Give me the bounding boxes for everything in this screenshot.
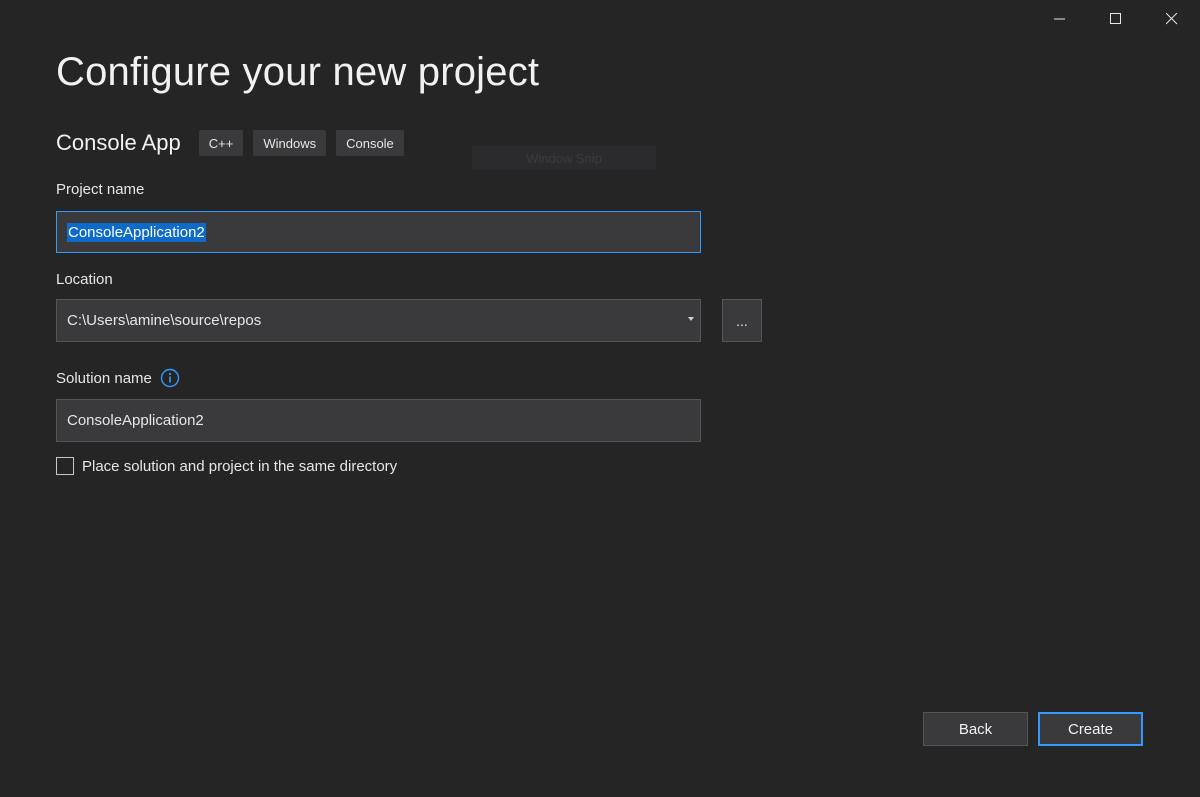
location-dropdown[interactable]: C:\Users\amine\source\repos xyxy=(56,299,701,342)
tag-platform: Windows xyxy=(253,130,327,156)
close-button[interactable] xyxy=(1144,0,1200,38)
maximize-icon xyxy=(1110,13,1121,24)
solution-name-label: Solution name xyxy=(56,369,152,387)
solution-name-value: ConsoleApplication2 xyxy=(67,412,204,429)
create-button[interactable]: Create xyxy=(1038,712,1143,746)
project-name-value: ConsoleApplication2 xyxy=(67,222,206,242)
browse-button[interactable]: ... xyxy=(722,299,762,342)
ghost-tooltip: Window Snip xyxy=(472,146,656,170)
same-directory-option[interactable]: Place solution and project in the same d… xyxy=(56,457,397,475)
minimize-icon xyxy=(1054,18,1065,20)
maximize-button[interactable] xyxy=(1088,0,1144,38)
location-label: Location xyxy=(56,271,113,288)
page-title: Configure your new project xyxy=(56,50,540,94)
location-value: C:\Users\amine\source\repos xyxy=(67,312,262,329)
tag-language: C++ xyxy=(198,130,244,156)
solution-name-label-row: Solution name xyxy=(56,368,180,388)
same-directory-label[interactable]: Place solution and project in the same d… xyxy=(82,458,397,475)
tag-project-type: Console xyxy=(336,130,404,156)
template-summary: Console App C++ Windows Console xyxy=(56,128,414,158)
project-name-input[interactable]: ConsoleApplication2 xyxy=(56,211,701,253)
configure-project-dialog: Configure your new project Console App C… xyxy=(0,0,1200,797)
close-icon xyxy=(1166,13,1178,25)
chevron-down-icon[interactable] xyxy=(688,317,694,321)
minimize-button[interactable] xyxy=(1032,0,1088,38)
info-icon[interactable] xyxy=(160,368,180,388)
project-name-label: Project name xyxy=(56,181,145,198)
template-name: Console App xyxy=(56,130,181,155)
same-directory-checkbox[interactable] xyxy=(56,457,74,475)
back-button[interactable]: Back xyxy=(923,712,1028,746)
solution-name-input[interactable]: ConsoleApplication2 xyxy=(56,399,701,442)
